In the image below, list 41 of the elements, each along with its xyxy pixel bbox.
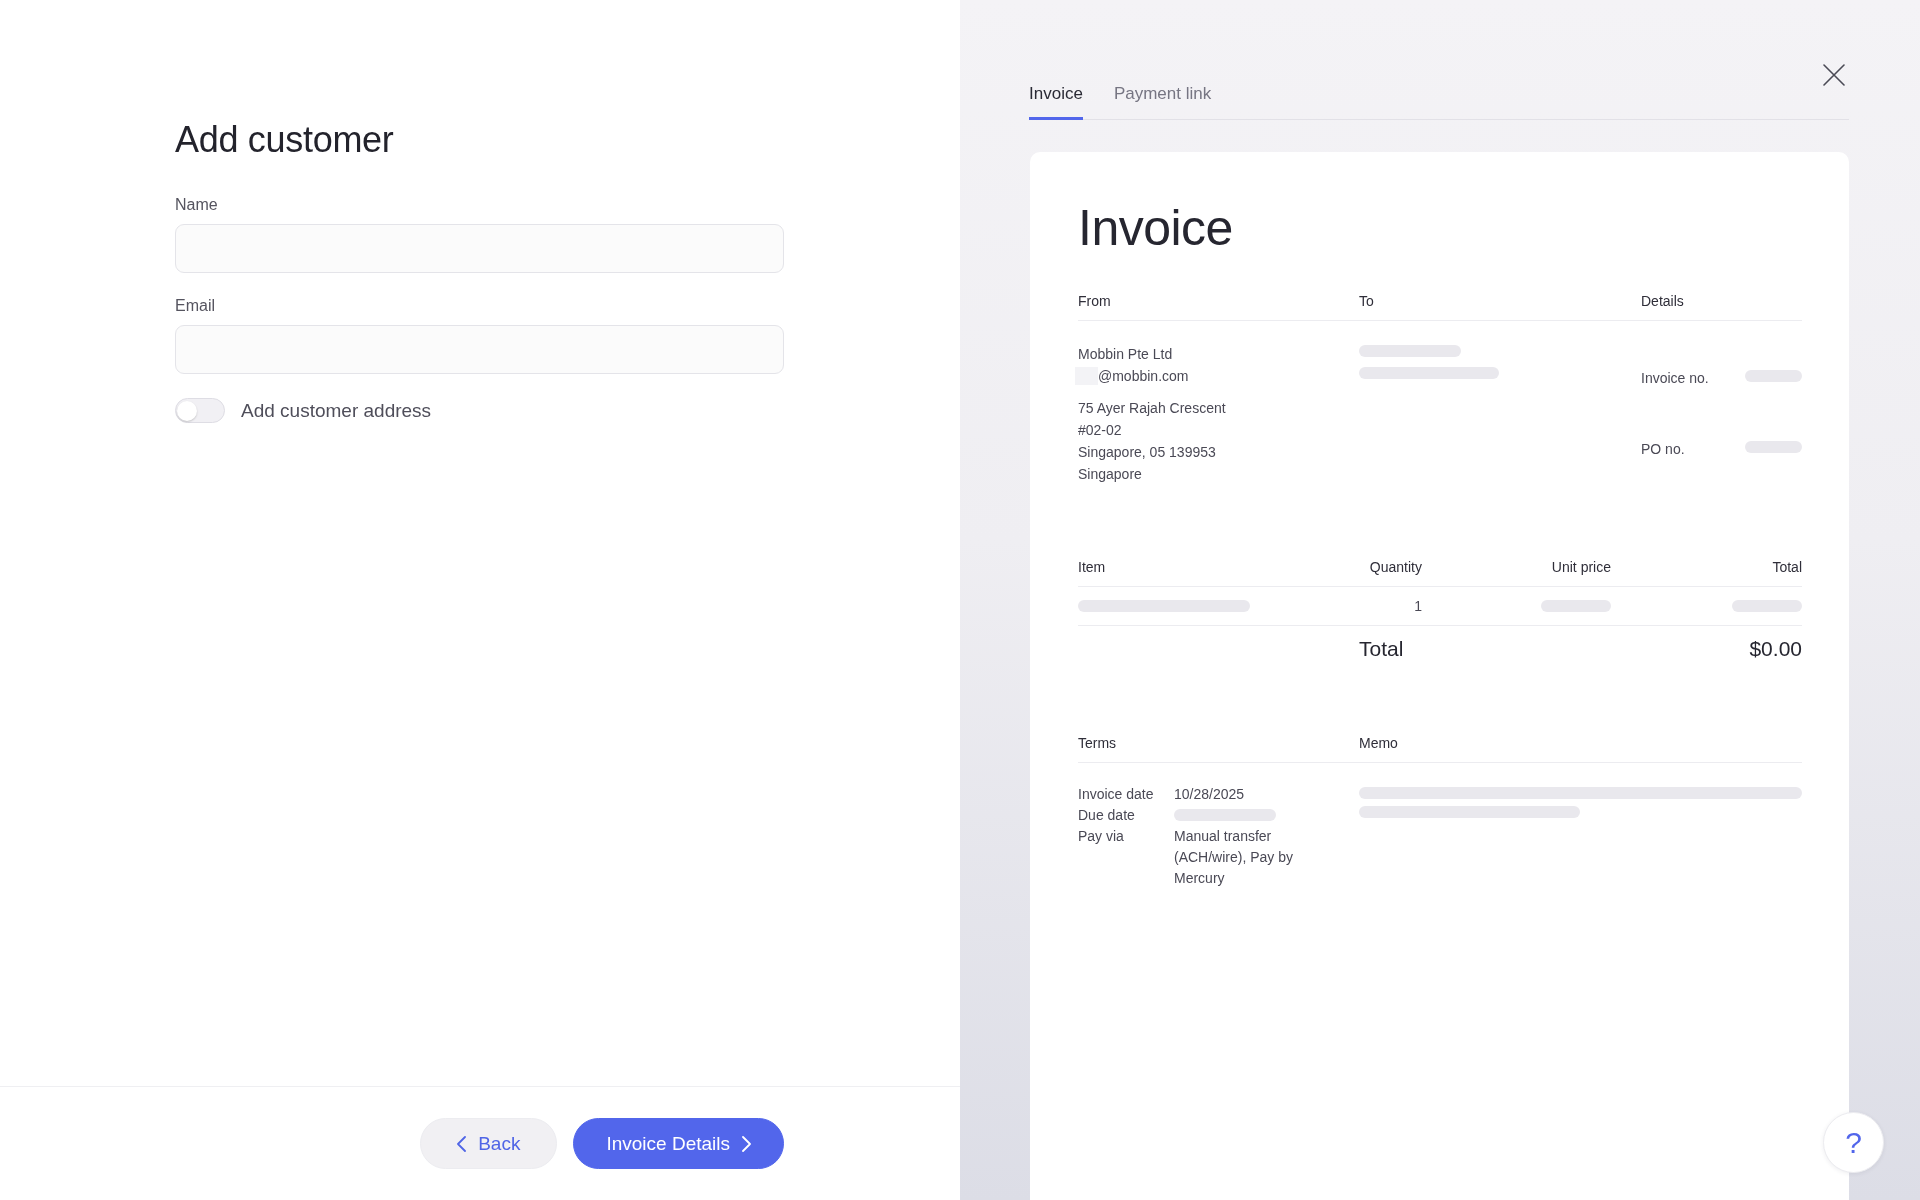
column-heading: To: [1359, 291, 1641, 321]
column-heading: Terms: [1078, 733, 1359, 763]
close-button[interactable]: [1823, 64, 1845, 86]
column-heading: Total: [1611, 557, 1802, 587]
column-heading: Item: [1078, 557, 1275, 587]
address-line: Singapore, 05 139953: [1078, 442, 1217, 462]
tab[interactable]: Payment link: [1113, 84, 1212, 120]
field-label: Email: [175, 296, 216, 316]
tab[interactable]: Invoice: [1029, 84, 1083, 120]
sender-name: Mobbin Pte Ltd: [1078, 344, 1174, 364]
term-value: 10/28/2025: [1174, 784, 1246, 804]
invoice-title: Invoice: [1078, 198, 1234, 258]
column-heading: From: [1078, 291, 1359, 321]
term-label: Pay via: [1078, 826, 1125, 846]
input-field[interactable]: [175, 224, 784, 273]
term-value: Manual transfer (ACH/wire), Pay by Mercury: [1174, 826, 1295, 888]
chevron-left-icon: [457, 1135, 467, 1152]
address-line: 75 Ayer Rajah Crescent: [1078, 398, 1227, 418]
toggle-label: Add customer address: [241, 398, 432, 423]
address-line: Singapore: [1078, 464, 1143, 484]
input-field[interactable]: [175, 325, 784, 374]
column-heading: Memo: [1359, 733, 1802, 763]
toggle-switch[interactable]: [175, 398, 225, 423]
column-heading: Quantity: [1275, 557, 1422, 587]
term-label: Invoice date: [1078, 784, 1155, 804]
next-button[interactable]: Invoice Details: [573, 1118, 784, 1169]
detail-label: Invoice no.: [1641, 369, 1710, 388]
chevron-right-icon: [742, 1135, 751, 1152]
sender-email: @mobbin.com: [1098, 366, 1189, 386]
term-label: Due date: [1078, 805, 1136, 825]
column-heading: Unit price: [1422, 557, 1611, 587]
table-cell-text: 1: [1414, 596, 1422, 616]
page-title: Add customer: [175, 118, 395, 162]
total-label: Total: [1359, 635, 1404, 662]
back-button[interactable]: Back: [420, 1118, 558, 1169]
field-label: Name: [175, 195, 219, 215]
address-line: #02-02: [1078, 420, 1123, 440]
total-amount: $0.00: [1749, 635, 1802, 662]
close-icon: [1823, 64, 1845, 86]
column-heading: Details: [1641, 291, 1802, 321]
detail-label: PO no.: [1641, 440, 1686, 459]
